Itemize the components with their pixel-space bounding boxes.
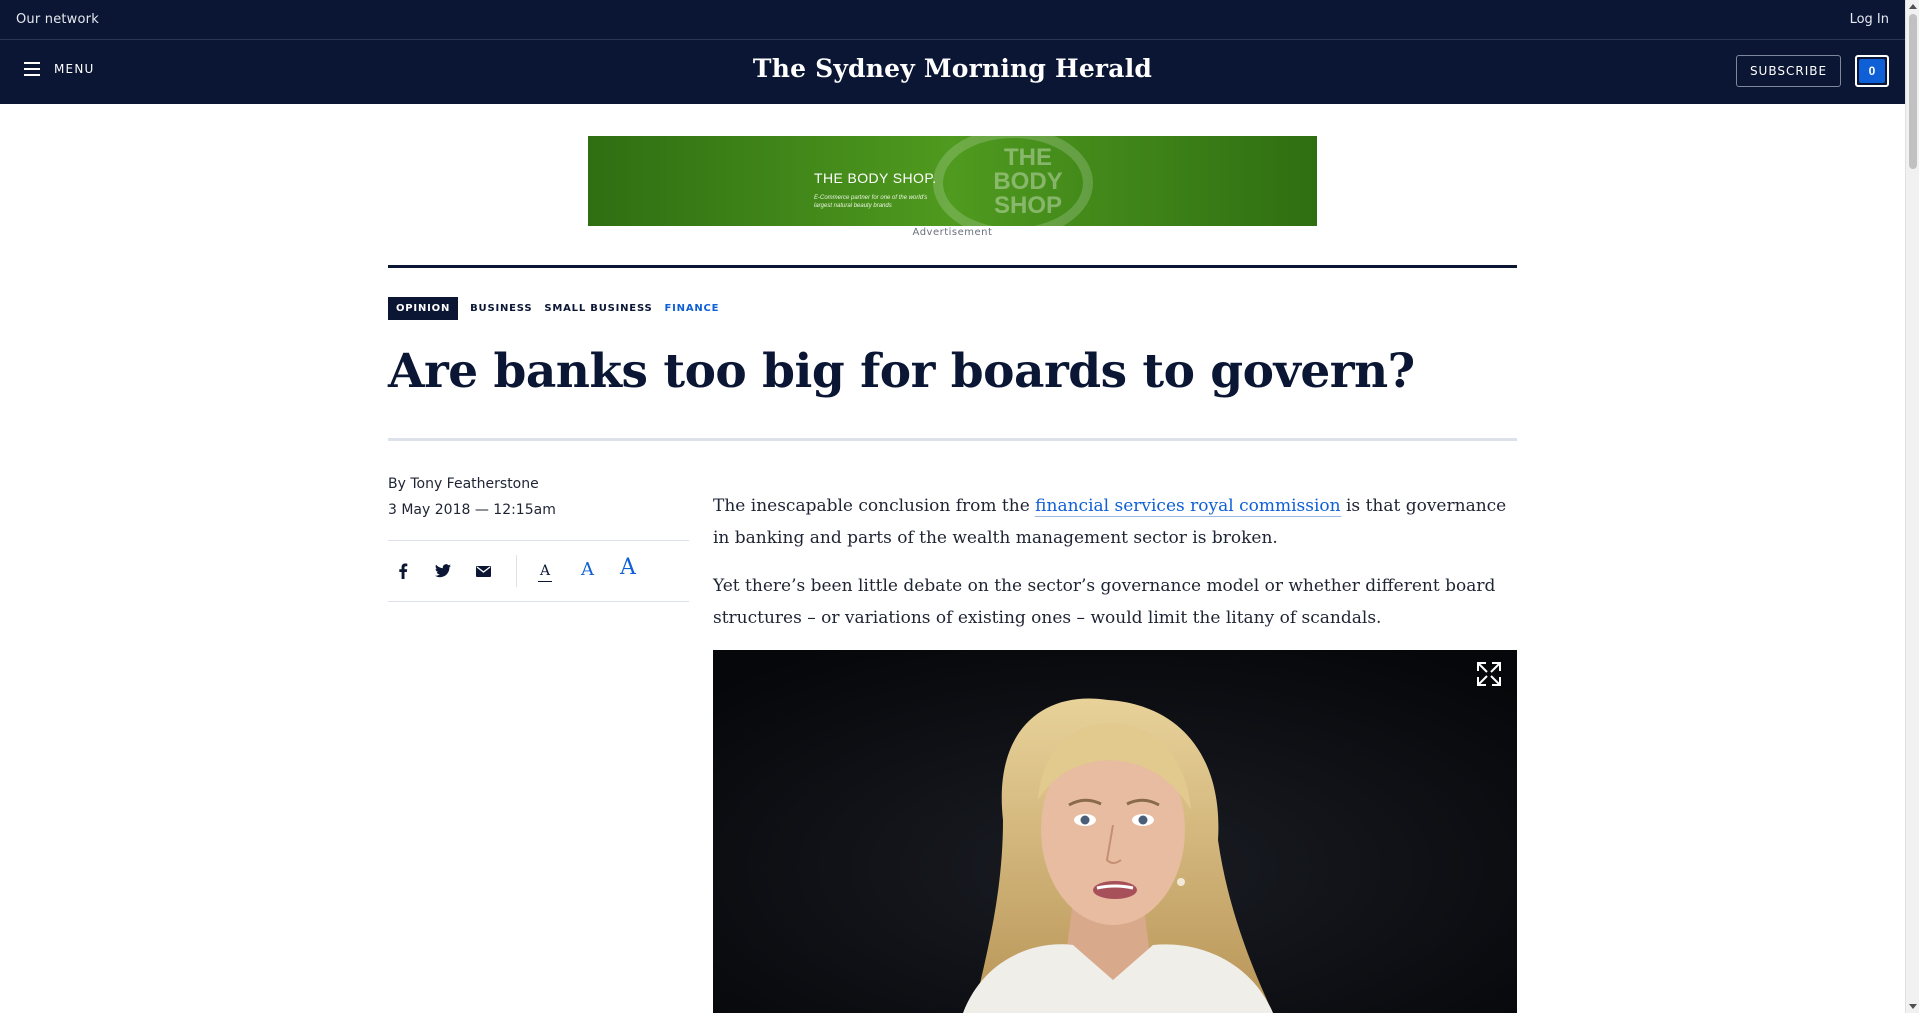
share-toolbar: A A A <box>388 555 689 587</box>
email-icon[interactable] <box>473 561 493 581</box>
tag-opinion[interactable]: OPINION <box>388 297 459 320</box>
paragraph-1: The inescapable conclusion from the fina… <box>713 496 1507 548</box>
article-tags: OPINION BUSINESS SMALL BUSINESS FINANCE <box>388 297 719 320</box>
paragraph-2: Yet there’s been little debate on the se… <box>713 576 1496 628</box>
tag-business[interactable]: BUSINESS <box>470 303 532 314</box>
text-size-small-button[interactable]: A <box>538 563 553 582</box>
byline: By Tony Featherstone <box>388 476 539 492</box>
share-divider-top <box>388 540 689 541</box>
publish-date: 3 May 2018 — 12:15am <box>388 502 556 518</box>
subscribe-button[interactable]: SUBSCRIBE <box>1736 55 1841 87</box>
masthead: MENU The Sydney Morning Herald SUBSCRIBE… <box>0 40 1905 104</box>
share-toolbar-divider <box>516 555 517 587</box>
article-headline: Are banks too big for boards to govern? <box>388 344 1415 399</box>
scroll-down-arrow-icon[interactable] <box>1909 1004 1917 1009</box>
text-size-large-button[interactable]: A <box>620 555 636 580</box>
our-network-link[interactable]: Our network <box>16 12 99 27</box>
header-rule <box>388 265 1517 268</box>
headline-rule <box>388 438 1517 441</box>
share-divider-bottom <box>388 601 689 602</box>
ad-watermark: THE BODY SHOP <box>993 144 1063 219</box>
article-count-button[interactable]: 0 <box>1855 55 1889 87</box>
advertisement-banner[interactable]: THE BODY SHOP THE BODY SHOP. E-Commerce … <box>588 136 1317 226</box>
scroll-up-arrow-icon[interactable] <box>1909 4 1917 9</box>
ad-tagline: E-Commerce partner for one of the world'… <box>814 195 928 209</box>
twitter-icon[interactable] <box>433 561 453 581</box>
royal-commission-link[interactable]: financial services royal commission <box>1035 496 1341 517</box>
page-scrollbar[interactable] <box>1905 0 1919 1013</box>
tag-finance[interactable]: FINANCE <box>665 303 720 314</box>
site-logo[interactable]: The Sydney Morning Herald <box>0 54 1905 83</box>
article-body: The inescapable conclusion from the fina… <box>713 490 1517 650</box>
advertisement-label: Advertisement <box>912 227 993 238</box>
network-bar: Our network Log In <box>0 0 1905 40</box>
expand-image-icon[interactable] <box>1475 660 1503 688</box>
portrait-photo <box>713 650 1517 1013</box>
facebook-icon[interactable] <box>393 561 413 581</box>
article-hero-image[interactable] <box>713 650 1517 1013</box>
scrollbar-thumb[interactable] <box>1909 14 1917 169</box>
article-count-badge: 0 <box>1859 59 1885 83</box>
login-link[interactable]: Log In <box>1850 12 1889 27</box>
tag-small-business[interactable]: SMALL BUSINESS <box>544 303 652 314</box>
text-size-medium-button[interactable]: A <box>581 559 594 580</box>
ad-brand: THE BODY SHOP. <box>814 170 937 186</box>
